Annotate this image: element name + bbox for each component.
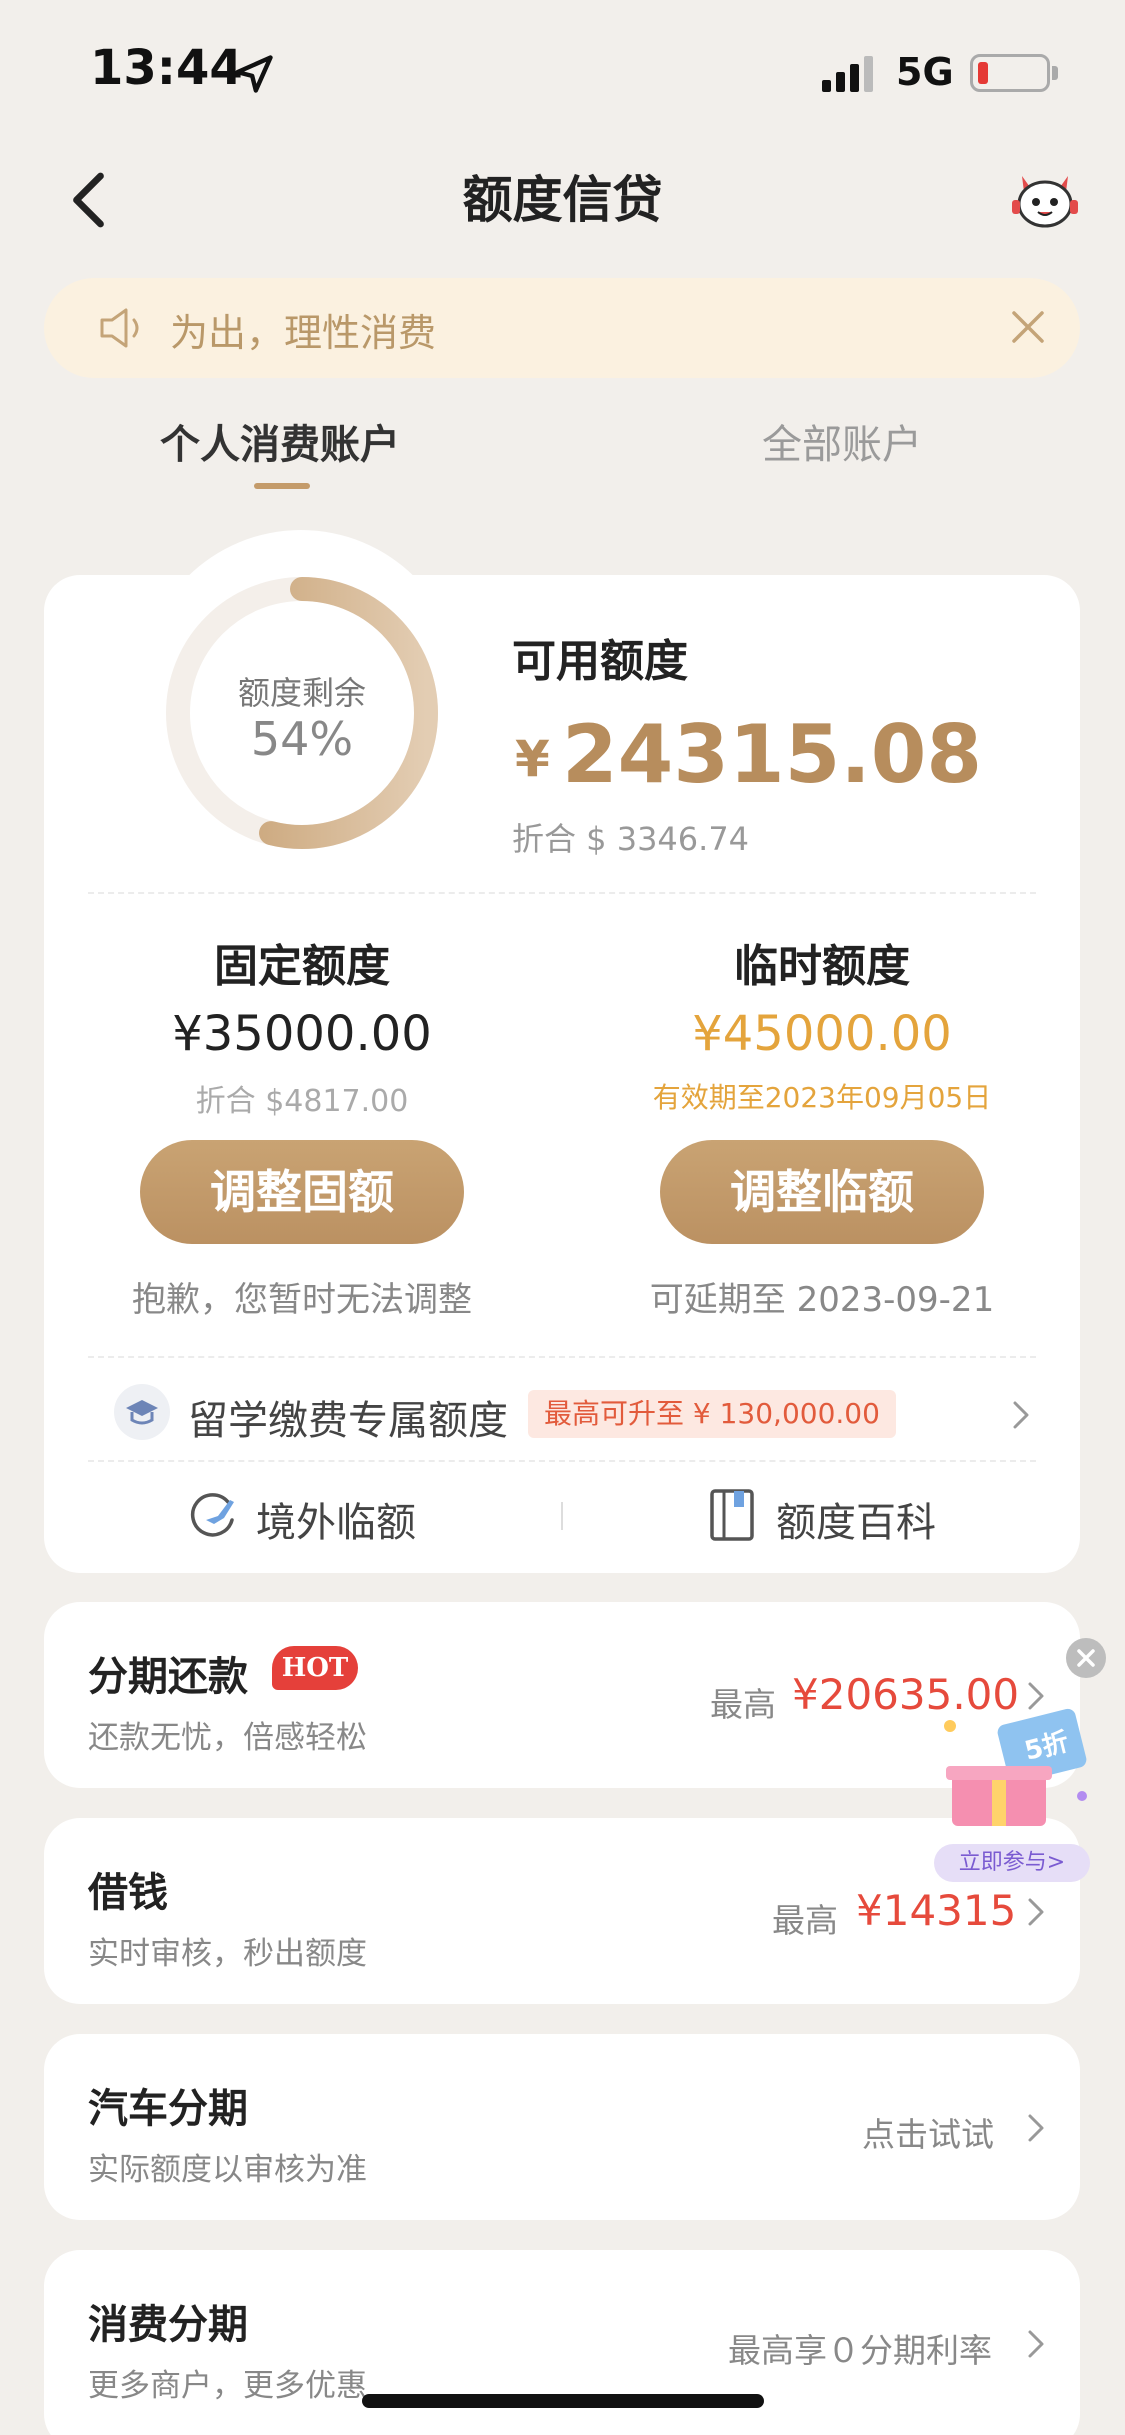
list-item-title: 消费分期	[88, 2302, 248, 2348]
list-item-subtitle: 更多商户，更多优惠	[88, 2368, 367, 2404]
tab-personal-account[interactable]: 个人消费账户	[160, 412, 400, 470]
promo-join-button[interactable]: 立即参与>	[934, 1844, 1090, 1882]
graduation-cap-icon	[114, 1384, 170, 1440]
adjust-temp-button[interactable]: 调整临额	[660, 1140, 984, 1244]
chevron-right-icon[interactable]	[1026, 2328, 1046, 2360]
temp-credit-validity: 有效期至2023年09月05日	[652, 1081, 992, 1114]
divider	[88, 892, 1036, 894]
plane-loop-icon[interactable]	[188, 1490, 240, 1542]
battery-icon	[970, 54, 1050, 92]
promo-gift-image[interactable]: 5折	[932, 1696, 1092, 1846]
temp-credit-amount: ¥45000.00	[692, 1006, 952, 1062]
tab-all-accounts[interactable]: 全部账户	[762, 412, 922, 470]
chevron-right-icon[interactable]	[1010, 1398, 1032, 1432]
divider	[88, 1460, 1036, 1462]
study-credit-link[interactable]: 留学缴费专属额度	[188, 1388, 508, 1446]
notice-text: 为出，理性消费	[170, 311, 437, 355]
ring-label: 额度剩余	[237, 674, 366, 712]
list-item-amount: ¥14315	[856, 1886, 1017, 1935]
active-tab-indicator	[254, 483, 310, 489]
location-arrow-icon	[235, 55, 273, 93]
status-time: 13:44	[90, 40, 243, 96]
link-separator	[561, 1502, 563, 1530]
speaker-icon	[100, 308, 139, 348]
study-credit-badge: 最高可升至 ¥ 130,000.00	[528, 1390, 896, 1438]
fixed-credit-label: 固定额度	[214, 941, 390, 992]
list-item-subtitle: 还款无忧，倍感轻松	[88, 1720, 367, 1756]
available-credit-usd: 折合 $ 3346.74	[512, 820, 750, 858]
chevron-right-icon[interactable]	[1026, 2112, 1046, 2144]
mascot-icon[interactable]	[1010, 168, 1080, 232]
currency-symbol: ¥	[515, 730, 550, 788]
available-credit-amount: 24315.08	[562, 708, 983, 801]
temp-credit-label: 临时额度	[734, 941, 910, 992]
list-item-title: 汽车分期	[88, 2086, 248, 2132]
home-indicator	[362, 2394, 764, 2408]
overseas-temp-credit[interactable]: 境外临额	[256, 1490, 416, 1548]
list-item-subtitle: 实际额度以审核为准	[88, 2152, 367, 2188]
fixed-credit-amount: ¥35000.00	[172, 1006, 432, 1062]
divider	[88, 1356, 1036, 1358]
temp-credit-note: 可延期至 2023-09-21	[649, 1280, 995, 1320]
available-credit-label: 可用额度	[512, 636, 688, 687]
list-item-title: 借钱	[88, 1870, 168, 1916]
list-item-right-label: 最高	[710, 1685, 776, 1724]
list-item-subtitle: 实时审核，秒出额度	[88, 1936, 367, 1972]
list-item-title: 分期还款	[88, 1654, 248, 1700]
credit-encyclopedia[interactable]: 额度百科	[776, 1490, 936, 1548]
page-title: 额度信贷	[462, 171, 663, 229]
signal-icon	[822, 56, 873, 92]
book-icon[interactable]	[708, 1488, 756, 1542]
ring-percent: 54%	[250, 712, 354, 766]
fixed-credit-note: 抱歉，您暂时无法调整	[132, 1280, 472, 1320]
network-type: 5G	[896, 50, 954, 94]
list-item-right-label: 点击试试	[862, 2115, 994, 2154]
fixed-credit-usd: 折合 $4817.00	[195, 1084, 409, 1119]
hot-badge: HOT	[272, 1646, 358, 1690]
list-item-right-label: 最高	[772, 1901, 838, 1940]
promo-close-icon[interactable]	[1066, 1638, 1106, 1678]
battery-tip	[1052, 66, 1058, 80]
list-item-right-label: 最高享０分期利率	[728, 2331, 992, 2370]
adjust-fixed-button[interactable]: 调整固额	[140, 1140, 464, 1244]
close-icon[interactable]	[1006, 305, 1050, 349]
chevron-right-icon[interactable]	[1026, 1896, 1046, 1928]
